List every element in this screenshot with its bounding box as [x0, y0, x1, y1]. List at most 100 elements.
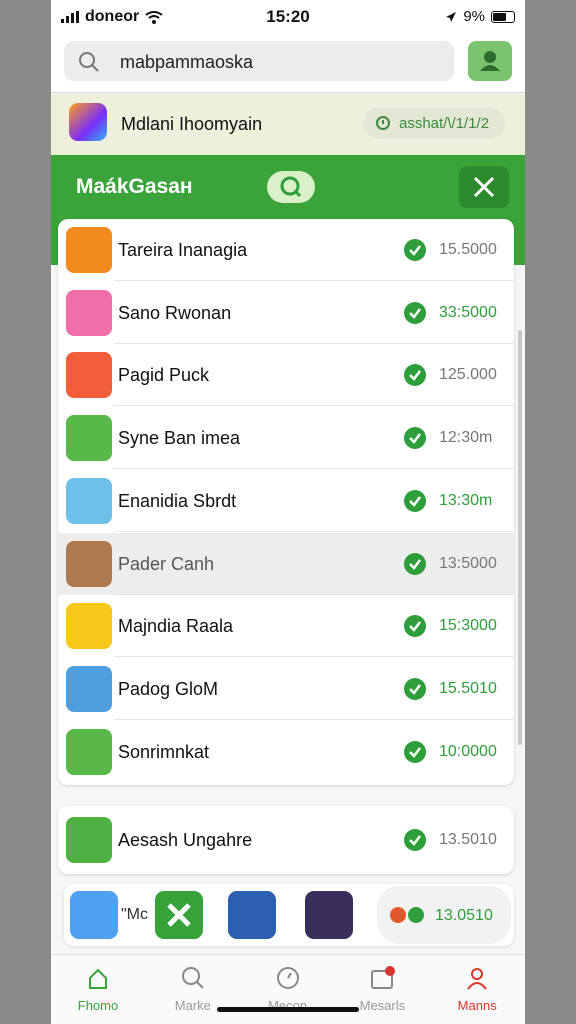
check-icon — [404, 301, 426, 324]
search-value: mabpammaoska — [120, 52, 254, 72]
message-icon — [371, 966, 396, 989]
tab-label: Manns — [457, 998, 497, 1013]
clock-icon — [276, 967, 299, 989]
strip-label: "Mc — [121, 906, 149, 923]
tools-icon — [167, 903, 191, 927]
app-icon — [66, 289, 112, 336]
list-item[interactable]: Majndia Raala 15:3000 — [58, 595, 514, 658]
toggle-icon — [390, 907, 424, 923]
list-item[interactable]: Sonrimnkat 10:0000 — [58, 721, 514, 783]
featured-row[interactable]: Aesash Ungahre 13.5010 — [58, 809, 514, 871]
app-icon — [66, 352, 112, 399]
clock-icon — [376, 116, 390, 130]
strip-value: 13.0510 — [435, 907, 493, 924]
tab-label: Fhomo — [77, 998, 119, 1013]
app-icon — [66, 665, 112, 712]
app-tile[interactable] — [70, 891, 118, 939]
search-icon — [181, 967, 204, 989]
app-name: Sonrimnkat — [118, 741, 210, 762]
app-value: 10:0000 — [439, 742, 497, 760]
banner-chip[interactable]: asshat/\/1/1/2 — [363, 107, 505, 139]
list-title: MaákGasaн — [76, 175, 193, 198]
search-icon — [280, 176, 302, 198]
close-button[interactable] — [459, 166, 509, 208]
app-list: Tareira Inanagia 15.5000 Sano Rwonan 33:500… — [58, 219, 514, 785]
promo-banner[interactable]: Mdlani Ihoomyain asshat/\/1/1/2 — [51, 92, 525, 156]
app-value: 12:30m — [439, 429, 493, 447]
status-bar: doneor 15:20 9% — [51, 0, 525, 34]
banner-chip-label: asshat/\/1/1/2 — [399, 115, 490, 132]
app-name: Tareira Inanagia — [118, 240, 248, 260]
app-tile[interactable] — [228, 891, 276, 939]
check-icon — [404, 677, 426, 700]
scrollbar[interactable] — [518, 330, 522, 745]
close-icon — [473, 176, 495, 198]
game-app-icon — [69, 103, 107, 141]
tab-2[interactable]: Marke — [146, 955, 240, 1024]
list-item[interactable]: Padog GloM 15.5010 — [58, 658, 514, 720]
check-icon — [404, 615, 426, 638]
app-value: 15.5000 — [439, 241, 497, 258]
tab-1[interactable]: Fhomo — [51, 955, 145, 1024]
app-name: Sano Rwonan — [118, 302, 232, 323]
list-item[interactable]: Sano Rwonan 33:5000 — [58, 282, 514, 344]
app-name: Syne Ban imea — [118, 428, 241, 449]
location-icon — [446, 11, 457, 22]
app-value: 15:3000 — [439, 617, 497, 635]
app-name: Enanidia Sbrdt — [118, 490, 237, 511]
featured-app-icon — [66, 817, 112, 863]
app-value: 13:30m — [439, 491, 493, 509]
tools-app-icon[interactable] — [155, 891, 203, 939]
app-icon — [66, 415, 112, 462]
user-icon — [480, 51, 500, 71]
check-icon — [404, 427, 426, 450]
status-right: 9% — [445, 8, 515, 25]
profile-button[interactable] — [468, 41, 512, 81]
app-icon — [66, 728, 112, 775]
app-name: Aesash Ungahre — [118, 830, 253, 850]
check-icon — [404, 740, 426, 763]
header-search-button[interactable] — [267, 171, 315, 203]
strip-value-pill[interactable]: 13.0510 — [377, 886, 511, 944]
home-icon — [89, 968, 107, 989]
apps-strip: "Mc 13.0510 — [64, 884, 514, 946]
tab-5[interactable]: Manns — [430, 955, 524, 1024]
app-name: Padog GloM — [118, 678, 219, 699]
app-value: 13.5010 — [439, 831, 497, 848]
check-icon — [404, 364, 426, 387]
list-item[interactable]: Pagid Puck 125.000 — [58, 344, 514, 407]
check-icon — [404, 239, 426, 261]
tab-3[interactable]: Mecon — [241, 955, 335, 1024]
user-icon — [467, 968, 487, 990]
featured-card: Aesash Ungahre 13.5010 — [58, 806, 514, 874]
app-value: 13:5000 — [439, 554, 497, 572]
app-value: 125.000 — [439, 366, 497, 384]
check-icon — [404, 489, 426, 512]
check-icon — [404, 552, 426, 575]
list-item[interactable]: Pader Canh 13:5000 — [58, 532, 514, 595]
app-name: Majndia Raala — [118, 616, 234, 637]
list-item[interactable]: Syne Ban imea 12:30m — [58, 407, 514, 470]
list-item[interactable]: Tareira Inanagia 15.5000 — [58, 219, 514, 281]
app-name: Pagid Puck — [118, 365, 210, 386]
search-icon — [79, 52, 99, 72]
phone-screen: doneor 15:20 9% mabpammaoska Mdlani Ihoo… — [51, 0, 525, 1024]
home-indicator[interactable] — [217, 1007, 359, 1012]
list-item[interactable]: Enanidia Sbrdt 13:30m — [58, 470, 514, 532]
battery-percent: 9% — [463, 8, 485, 25]
check-icon — [404, 829, 426, 851]
banner-title: Mdlani Ihoomyain — [121, 114, 263, 134]
app-icon — [66, 540, 112, 587]
app-value: 33:5000 — [439, 303, 497, 321]
app-value: 15.5010 — [439, 679, 497, 697]
app-icon — [66, 477, 112, 524]
search-bar: mabpammaoska — [51, 34, 525, 92]
battery-icon — [491, 10, 515, 23]
app-icon — [66, 227, 112, 273]
tab-bar: Fhomo Marke Mecon Mesarls Manns — [51, 954, 525, 1024]
tab-4[interactable]: Mesarls — [335, 955, 429, 1024]
search-input[interactable]: mabpammaoska — [64, 41, 454, 81]
app-name: Pader Canh — [118, 553, 215, 574]
app-tile[interactable] — [305, 891, 353, 939]
app-icon — [66, 603, 112, 650]
